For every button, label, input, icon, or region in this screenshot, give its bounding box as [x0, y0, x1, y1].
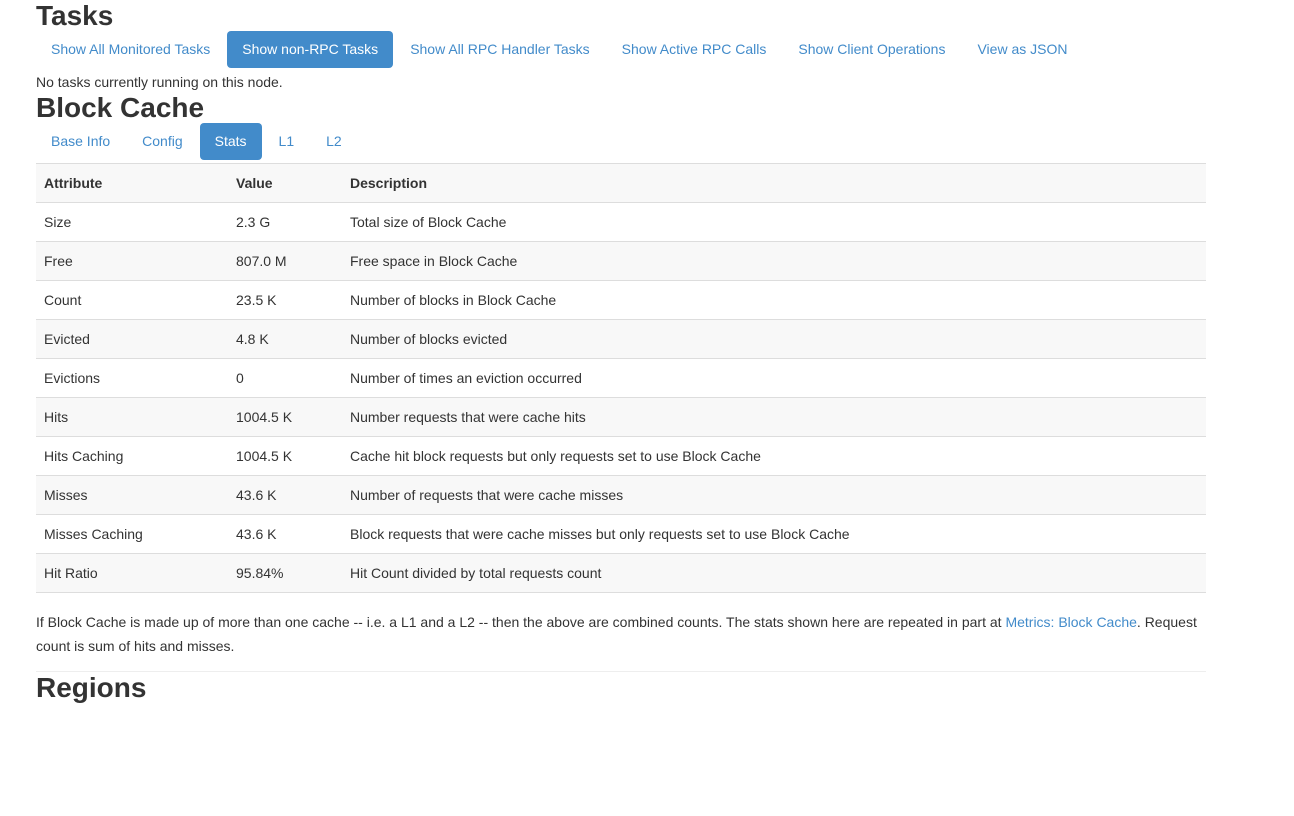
tab-show-all-rpc-handler-tasks: Show All RPC Handler Tasks — [395, 31, 604, 68]
tab-show-non-rpc-tasks: Show non-RPC Tasks — [227, 31, 393, 68]
table-row-misses-caching: Misses Caching 43.6 K Block requests tha… — [36, 515, 1206, 554]
cell-description: Free space in Block Cache — [342, 242, 1206, 281]
cell-description: Number of requests that were cache misse… — [342, 476, 1206, 515]
cell-description: Number of blocks in Block Cache — [342, 281, 1206, 320]
table-row-hit-ratio: Hit Ratio 95.84% Hit Count divided by to… — [36, 554, 1206, 593]
tab-l1: L1 — [264, 123, 310, 160]
tab-show-client-operations: Show Client Operations — [783, 31, 960, 68]
tab-view-as-json: View as JSON — [962, 31, 1082, 68]
block-cache-footnote: If Block Cache is made up of more than o… — [36, 610, 1206, 658]
cell-description: Hit Count divided by total requests coun… — [342, 554, 1206, 593]
cell-value: 4.8 K — [228, 320, 342, 359]
regions-section: Regions — [36, 672, 1206, 703]
cell-description: Number requests that were cache hits — [342, 398, 1206, 437]
tab-show-client-operations-link[interactable]: Show Client Operations — [783, 31, 960, 68]
metrics-block-cache-link[interactable]: Metrics: Block Cache — [1005, 614, 1136, 630]
cell-attribute: Hits — [36, 398, 228, 437]
cell-attribute: Size — [36, 203, 228, 242]
cell-attribute: Evictions — [36, 359, 228, 398]
cell-description: Total size of Block Cache — [342, 203, 1206, 242]
cell-description: Number of times an eviction occurred — [342, 359, 1206, 398]
table-header-row: Attribute Value Description — [36, 164, 1206, 203]
cell-description: Number of blocks evicted — [342, 320, 1206, 359]
description-column-header: Description — [342, 164, 1206, 203]
table-row-hits-caching: Hits Caching 1004.5 K Cache hit block re… — [36, 437, 1206, 476]
cell-value: 2.3 G — [228, 203, 342, 242]
tab-show-all-monitored-tasks: Show All Monitored Tasks — [36, 31, 225, 68]
regions-heading: Regions — [36, 672, 1206, 703]
tab-l2: L2 — [311, 123, 357, 160]
cell-value: 807.0 M — [228, 242, 342, 281]
tab-base-info-link[interactable]: Base Info — [36, 123, 125, 160]
block-cache-tab-bar: Base Info Config Stats L1 L2 — [36, 123, 1206, 160]
cell-attribute: Evicted — [36, 320, 228, 359]
table-row-evicted: Evicted 4.8 K Number of blocks evicted — [36, 320, 1206, 359]
cell-description: Block requests that were cache misses bu… — [342, 515, 1206, 554]
tab-show-active-rpc-calls-link[interactable]: Show Active RPC Calls — [607, 31, 782, 68]
table-row-size: Size 2.3 G Total size of Block Cache — [36, 203, 1206, 242]
cell-attribute: Free — [36, 242, 228, 281]
cell-attribute: Misses Caching — [36, 515, 228, 554]
page-container: Tasks Show All Monitored Tasks Show non-… — [0, 0, 1242, 703]
cell-value: 1004.5 K — [228, 437, 342, 476]
cell-value: 95.84% — [228, 554, 342, 593]
cell-value: 43.6 K — [228, 476, 342, 515]
block-cache-heading: Block Cache — [36, 92, 1206, 123]
tab-l1-link[interactable]: L1 — [264, 123, 310, 160]
tab-config-link[interactable]: Config — [127, 123, 197, 160]
tab-view-as-json-link[interactable]: View as JSON — [962, 31, 1082, 68]
tab-show-all-monitored-tasks-link[interactable]: Show All Monitored Tasks — [36, 31, 225, 68]
table-row-hits: Hits 1004.5 K Number requests that were … — [36, 398, 1206, 437]
cell-value: 1004.5 K — [228, 398, 342, 437]
cell-value: 43.6 K — [228, 515, 342, 554]
tab-config: Config — [127, 123, 197, 160]
cell-value: 23.5 K — [228, 281, 342, 320]
tab-stats: Stats — [200, 123, 262, 160]
tab-l2-link[interactable]: L2 — [311, 123, 357, 160]
cell-description: Cache hit block requests but only reques… — [342, 437, 1206, 476]
tasks-tab-bar: Show All Monitored Tasks Show non-RPC Ta… — [36, 31, 1206, 68]
tab-base-info: Base Info — [36, 123, 125, 160]
table-row-count: Count 23.5 K Number of blocks in Block C… — [36, 281, 1206, 320]
tab-show-all-rpc-handler-tasks-link[interactable]: Show All RPC Handler Tasks — [395, 31, 604, 68]
tab-show-non-rpc-tasks-link[interactable]: Show non-RPC Tasks — [227, 31, 393, 68]
tasks-heading: Tasks — [36, 0, 1206, 31]
attribute-column-header: Attribute — [36, 164, 228, 203]
tab-show-active-rpc-calls: Show Active RPC Calls — [607, 31, 782, 68]
cell-attribute: Hit Ratio — [36, 554, 228, 593]
tasks-section: Tasks Show All Monitored Tasks Show non-… — [36, 0, 1206, 92]
tab-stats-link[interactable]: Stats — [200, 123, 262, 160]
footnote-text-before: If Block Cache is made up of more than o… — [36, 614, 1005, 630]
value-column-header: Value — [228, 164, 342, 203]
block-cache-stats-table: Attribute Value Description Size 2.3 G T… — [36, 163, 1206, 593]
table-row-evictions: Evictions 0 Number of times an eviction … — [36, 359, 1206, 398]
block-cache-section: Block Cache Base Info Config Stats L1 L2 — [36, 92, 1206, 658]
table-row-misses: Misses 43.6 K Number of requests that we… — [36, 476, 1206, 515]
table-row-free: Free 807.0 M Free space in Block Cache — [36, 242, 1206, 281]
tasks-empty-message: No tasks currently running on this node. — [36, 72, 1206, 92]
cell-attribute: Misses — [36, 476, 228, 515]
cell-attribute: Count — [36, 281, 228, 320]
cell-value: 0 — [228, 359, 342, 398]
cell-attribute: Hits Caching — [36, 437, 228, 476]
